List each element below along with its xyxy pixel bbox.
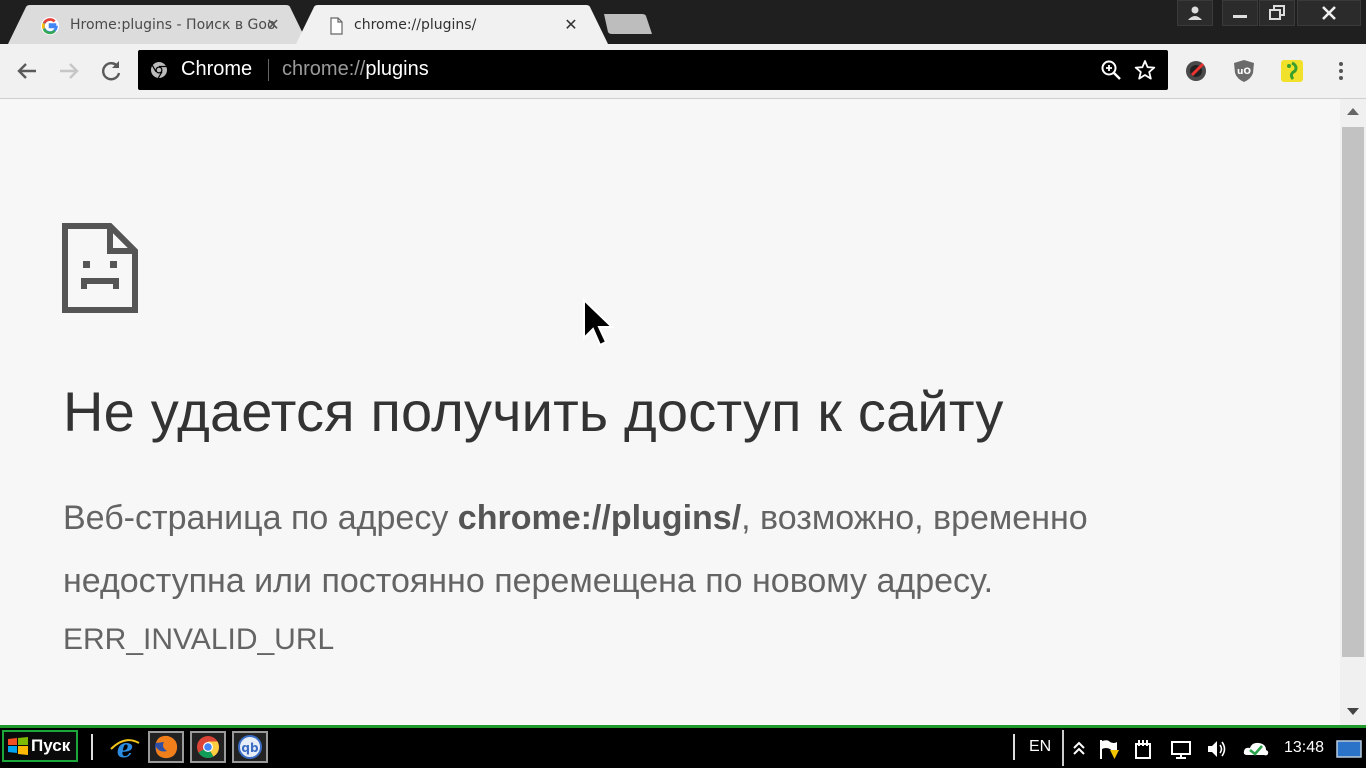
- tab-close-icon[interactable]: ✕: [264, 16, 282, 34]
- error-text-before: Веб-страница по адресу: [63, 499, 458, 537]
- error-description: Веб-страница по адресу chrome://plugins/…: [63, 487, 1263, 613]
- url-host: plugins: [365, 58, 429, 80]
- menu-kebab-icon[interactable]: [1328, 58, 1354, 84]
- tab-chrome-plugins[interactable]: chrome://plugins/ ✕: [296, 5, 608, 44]
- tab-close-icon[interactable]: ✕: [562, 16, 580, 34]
- svg-text:e: e: [117, 734, 134, 763]
- show-desktop-icon[interactable]: [1336, 738, 1362, 760]
- chrome-icon: [197, 736, 219, 758]
- tampermonkey-like-icon[interactable]: [1183, 58, 1209, 84]
- document-icon: [330, 17, 343, 35]
- person-icon: [1188, 6, 1202, 20]
- volume-icon[interactable]: [1206, 738, 1228, 760]
- url-scheme: chrome://: [282, 58, 366, 80]
- network-icon[interactable]: [1170, 738, 1192, 760]
- address-bar[interactable]: Chrome chrome://plugins: [138, 50, 1168, 90]
- qbittorrent-taskbar-button[interactable]: qb: [232, 731, 268, 763]
- back-arrow-icon[interactable]: [14, 58, 40, 84]
- bookmark-star-icon[interactable]: [1134, 59, 1156, 81]
- error-url: chrome://plugins/: [457, 499, 742, 537]
- firefox-taskbar-button[interactable]: [148, 731, 184, 763]
- browser-toolbar: Chrome chrome://plugins uO: [0, 44, 1366, 99]
- cloud-sync-icon[interactable]: [1242, 738, 1270, 760]
- system-tray: 13:48: [1062, 730, 1366, 766]
- zoom-icon[interactable]: [1100, 59, 1122, 81]
- url-text[interactable]: chrome://plugins: [282, 58, 429, 81]
- bug-extension-icon[interactable]: [1279, 58, 1305, 84]
- error-page: Не удается получить доступ к сайту Веб-с…: [0, 99, 1340, 725]
- restore-button[interactable]: [1259, 0, 1295, 26]
- start-label: Пуск: [31, 736, 71, 755]
- ublock-icon[interactable]: uO: [1231, 58, 1257, 84]
- chrome-logo-icon: [151, 62, 167, 79]
- scroll-down-arrow-icon[interactable]: [1340, 699, 1366, 725]
- restore-icon: [1269, 5, 1285, 20]
- reload-icon[interactable]: [98, 58, 124, 84]
- close-window-button[interactable]: [1297, 0, 1361, 26]
- tab-title: chrome://plugins/: [354, 17, 477, 33]
- vertical-scrollbar[interactable]: [1340, 99, 1366, 725]
- taskbar-separator: [1013, 734, 1015, 760]
- scroll-up-arrow-icon[interactable]: [1340, 99, 1366, 125]
- safely-remove-hardware-icon[interactable]: [1132, 738, 1154, 760]
- show-hidden-icons-chevron-icon[interactable]: [1068, 738, 1090, 760]
- forward-arrow-icon[interactable]: [56, 58, 82, 84]
- action-center-flag-icon[interactable]: [1098, 738, 1120, 760]
- taskbar-separator: [91, 734, 93, 760]
- tab-strip: Нrome:plugins - Поиск в Google ✕ chrome:…: [0, 0, 1366, 44]
- minimize-button[interactable]: [1222, 0, 1258, 26]
- error-code: ERR_INVALID_URL: [63, 623, 335, 656]
- sad-page-icon: [62, 223, 138, 313]
- internet-explorer-icon[interactable]: e: [107, 731, 143, 763]
- taskbar: Пуск e qb EN 13:48: [0, 725, 1366, 768]
- minimize-icon: [1233, 15, 1247, 18]
- google-g-icon: [41, 17, 59, 35]
- svg-text:uO: uO: [1237, 67, 1251, 77]
- profile-button[interactable]: [1177, 0, 1213, 26]
- close-icon: [1322, 6, 1336, 20]
- mouse-cursor-icon: [583, 298, 615, 347]
- security-chip-label: Chrome: [181, 58, 253, 80]
- error-title: Не удается получить доступ к сайту: [63, 380, 1004, 443]
- start-button[interactable]: Пуск: [2, 730, 78, 762]
- firefox-icon: [155, 735, 178, 759]
- chrome-taskbar-button[interactable]: [190, 731, 226, 763]
- language-indicator[interactable]: EN: [1029, 738, 1051, 756]
- svg-text:qb: qb: [241, 741, 259, 755]
- clock[interactable]: 13:48: [1284, 739, 1324, 757]
- qbittorrent-icon: qb: [238, 735, 262, 759]
- scrollbar-thumb[interactable]: [1342, 127, 1364, 657]
- tab-title: Нrome:plugins - Поиск в Google: [70, 17, 276, 33]
- tab-google-search[interactable]: Нrome:plugins - Поиск в Google ✕: [8, 5, 308, 44]
- omnibox-divider: [268, 59, 269, 81]
- new-tab-button[interactable]: [600, 12, 656, 36]
- windows-logo-icon: [8, 737, 28, 755]
